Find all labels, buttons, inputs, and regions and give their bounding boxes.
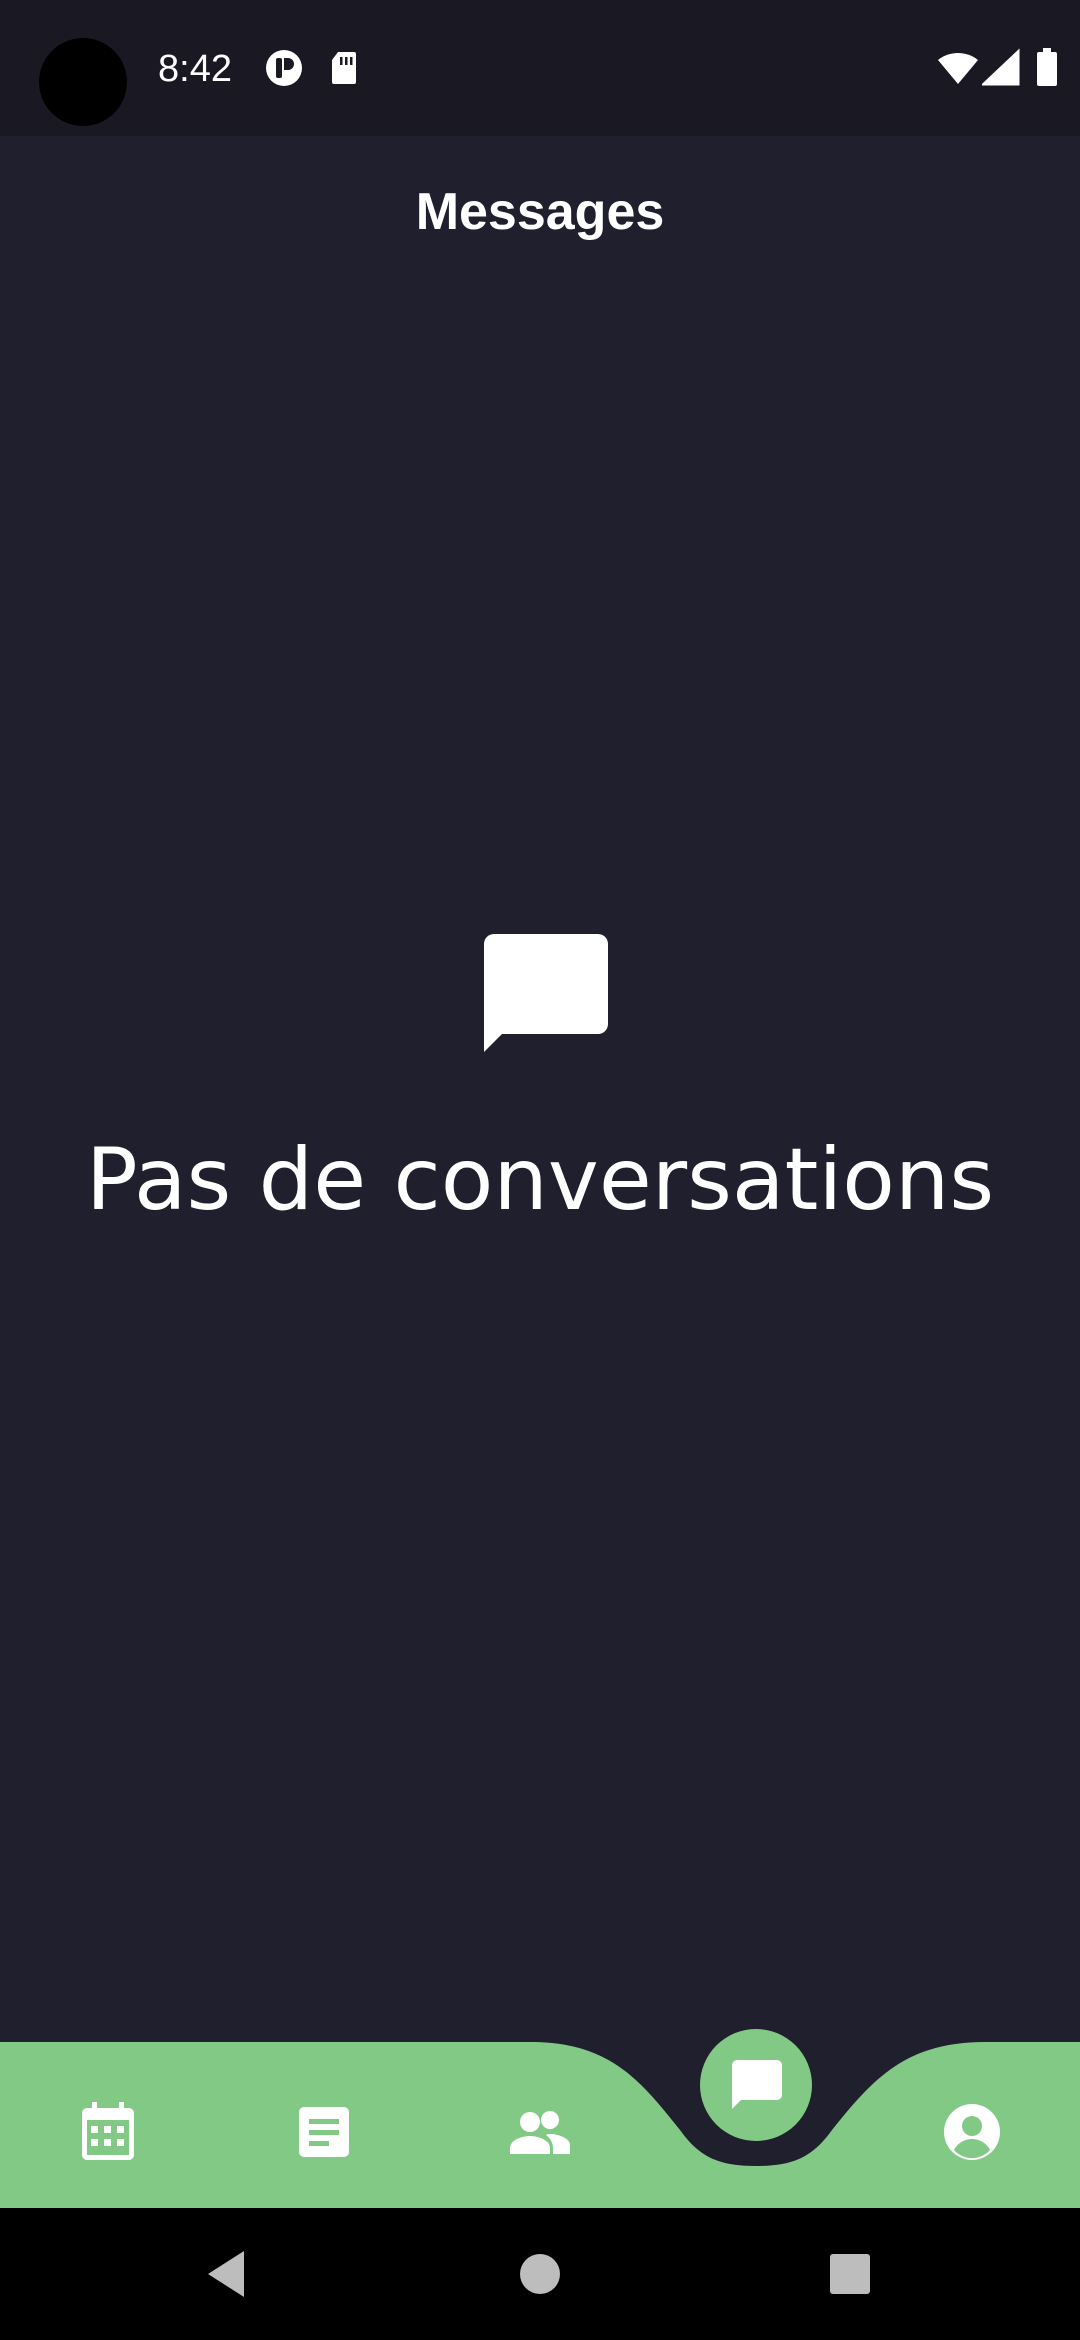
- system-home-button[interactable]: [470, 2208, 610, 2340]
- document-icon: [299, 2107, 349, 2157]
- camera-cutout: [39, 38, 127, 126]
- app-header: Messages: [0, 136, 1080, 292]
- app-notification-icon: [266, 50, 302, 86]
- status-bar: 8:42: [0, 0, 1080, 136]
- home-circle-icon: [520, 2254, 560, 2294]
- nav-item-contacts[interactable]: [480, 2072, 600, 2192]
- nav-item-profile[interactable]: [912, 2072, 1032, 2192]
- page-title: Messages: [415, 183, 665, 241]
- chat-icon: [732, 2060, 782, 2109]
- system-back-button[interactable]: [156, 2208, 296, 2340]
- empty-state-message: Pas de conversations: [85, 1130, 995, 1230]
- empty-state: Pas de conversations: [0, 920, 1080, 1230]
- people-icon: [510, 2111, 570, 2154]
- wifi-icon: [938, 52, 978, 84]
- nav-item-messages[interactable]: [700, 2029, 812, 2141]
- back-triangle-icon: [208, 2251, 244, 2297]
- system-recents-button[interactable]: [780, 2208, 920, 2340]
- nav-item-calendar[interactable]: [48, 2072, 168, 2192]
- chat-bubble-icon: [484, 934, 608, 1052]
- account-icon: [944, 2104, 1000, 2160]
- status-time: 8:42: [158, 48, 232, 90]
- bottom-navigation: [0, 2020, 1080, 2208]
- recents-square-icon: [830, 2254, 870, 2294]
- battery-icon: [1037, 48, 1057, 86]
- signal-icon: [982, 48, 1020, 86]
- sd-card-icon: [332, 52, 356, 84]
- system-navigation-bar: [0, 2208, 1080, 2340]
- nav-item-documents[interactable]: [264, 2072, 384, 2192]
- calendar-icon: [82, 2102, 134, 2160]
- messages-screen: 8:42 Messages Pas de conversations: [0, 0, 1080, 2340]
